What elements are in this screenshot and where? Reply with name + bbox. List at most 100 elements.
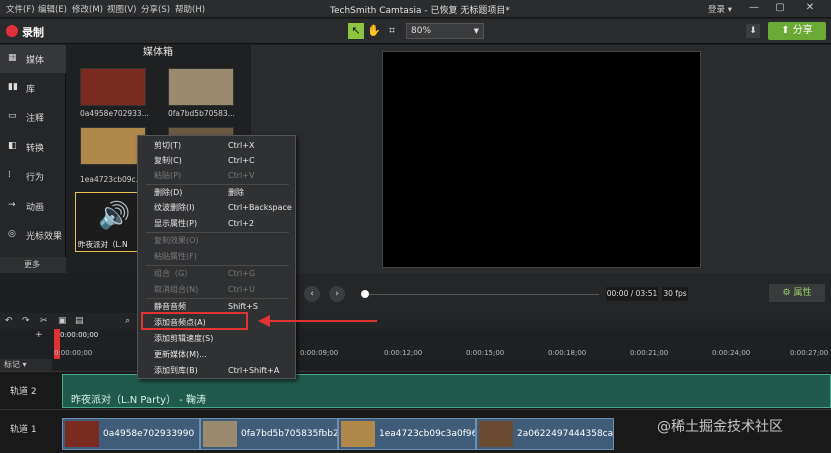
- menu-item-ripple-delete[interactable]: 纹波删除(I) Ctrl+Backspace: [138, 200, 297, 215]
- nav-item-media[interactable]: ▦ 媒体: [0, 45, 66, 73]
- record-icon[interactable]: [6, 25, 18, 37]
- menu-item-add-to-library[interactable]: 添加到库(B) Ctrl+Shift+A: [138, 363, 297, 378]
- menu-edit[interactable]: 编辑(E): [38, 3, 67, 15]
- undo-icon[interactable]: ↶: [5, 316, 13, 326]
- menu-item-label: 删除(D): [154, 188, 183, 197]
- download-icon[interactable]: ⬇: [746, 24, 760, 38]
- scrubber-handle[interactable]: [361, 290, 369, 298]
- main-toolbar: 录制 ↖ ✋ ⌗ 80% ▼ ⬇ ⬆ 分享: [0, 19, 831, 44]
- redo-icon[interactable]: ↷: [22, 316, 30, 326]
- nav-item-cursor-effects[interactable]: ◎ 光标效果: [0, 221, 66, 249]
- menu-item-label: 显示属性(P): [154, 219, 198, 228]
- menu-item-copy[interactable]: 复制(C) Ctrl+C: [138, 153, 297, 168]
- pan-tool-icon[interactable]: ✋: [366, 23, 382, 39]
- context-menu: 剪切(T) Ctrl+X 复制(C) Ctrl+C 粘贴(P) Ctrl+V 删除(D…: [137, 135, 296, 379]
- playhead-time: 0:00:00;00: [60, 331, 99, 339]
- menu-item-group[interactable]: 组合（G） Ctrl+G: [138, 266, 297, 281]
- menu-item-label: 粘贴属性(F): [154, 252, 197, 261]
- nav-item-annotations[interactable]: ▭ 注释: [0, 103, 66, 131]
- audio-clip-name: 昨夜派对（L.N Party） - 鞠涛: [71, 395, 207, 406]
- scrubber-track[interactable]: [369, 294, 599, 295]
- track-label: 轨道 2: [10, 387, 37, 397]
- menu-help[interactable]: 帮助(H): [175, 3, 205, 15]
- properties-button[interactable]: ⚙ 属性: [769, 284, 825, 302]
- menu-item-label: 取消组合(N): [154, 285, 199, 294]
- menu-share[interactable]: 分享(S): [141, 3, 170, 15]
- menu-modify[interactable]: 修改(M): [72, 3, 103, 15]
- zoom-icon[interactable]: ⌕: [125, 316, 130, 326]
- menu-item-label: 组合（G）: [154, 269, 193, 278]
- nav-item-animations[interactable]: → 动画: [0, 192, 66, 220]
- menu-item-label: 纹波删除(I): [154, 203, 195, 212]
- watermark: @稀土掘金技术社区: [657, 419, 783, 435]
- menu-view[interactable]: 视图(V): [107, 3, 136, 15]
- menu-item-delete[interactable]: 删除(D) 删除: [138, 185, 297, 200]
- previous-frame-button[interactable]: ‹: [304, 286, 320, 302]
- menu-file[interactable]: 文件(F): [6, 3, 35, 15]
- nav-label: 库: [26, 85, 36, 95]
- media-bin-title: 媒体箱: [143, 47, 173, 58]
- share-button[interactable]: ⬆ 分享: [768, 22, 826, 40]
- clip-name: 1ea4723cb09c3a0f96: [379, 429, 476, 439]
- menu-item-shortcut: Ctrl+Shift+A: [228, 366, 280, 375]
- menu-item-label: 粘贴(P): [154, 171, 182, 180]
- select-tool-icon[interactable]: ↖: [348, 23, 364, 39]
- canvas-area: [251, 45, 831, 273]
- paste-icon[interactable]: ▤: [75, 316, 84, 326]
- preview-canvas[interactable]: [382, 51, 701, 268]
- annotation-icon: ▭: [8, 111, 17, 121]
- ruler-tick: 0:00:12;00: [384, 349, 423, 357]
- transition-icon: ◧: [8, 141, 17, 151]
- menu-item-label: 剪切(T): [154, 141, 182, 150]
- video-clip[interactable]: 2a0622497444358ca7: [476, 418, 614, 450]
- record-button[interactable]: 录制: [22, 24, 44, 40]
- menu-item-cut[interactable]: 剪切(T) Ctrl+X: [138, 138, 297, 153]
- share-icon: ⬆: [781, 25, 790, 36]
- share-label: 分享: [792, 25, 813, 36]
- ruler-tick: 0:00:15;00: [466, 349, 505, 357]
- playback-bar: ‹ › 00:00 / 03:51 30 fps ⚙ 属性: [251, 273, 831, 313]
- video-clip[interactable]: 0fa7bd5b705835fbb2: [200, 418, 338, 450]
- nav-item-behaviors[interactable]: ⁞ 行为: [0, 162, 66, 190]
- nav-item-library[interactable]: ▮▮ 库: [0, 74, 66, 102]
- crop-tool-icon[interactable]: ⌗: [384, 23, 400, 39]
- menu-item-ungroup[interactable]: 取消组合(N) Ctrl+U: [138, 282, 297, 297]
- ruler-tick: 0:00:27;00: [790, 349, 829, 357]
- menu-item-show-properties[interactable]: 显示属性(P) Ctrl+2: [138, 216, 297, 231]
- close-icon[interactable]: ✕: [800, 2, 820, 13]
- clip-thumbnail: [341, 421, 375, 447]
- more-button[interactable]: 更多: [0, 257, 66, 273]
- menu-item-add-clip-speed[interactable]: 添加剪辑速度(S): [138, 331, 297, 346]
- clip-name: 2a0622497444358ca7: [517, 429, 614, 439]
- nav-item-transitions[interactable]: ◧ 转换: [0, 133, 66, 161]
- menu-item-label: 复制效果(O): [154, 236, 199, 245]
- video-clip[interactable]: 0a4958e702933990: [62, 418, 200, 450]
- zoom-value: 80%: [411, 26, 432, 36]
- timecode-display: 00:00 / 03:51: [606, 287, 658, 301]
- clip-thumbnail: [479, 421, 513, 447]
- copy-icon[interactable]: ▣: [58, 316, 67, 326]
- ruler-tick: 0:00:09;00: [300, 349, 339, 357]
- maximize-icon[interactable]: ▢: [770, 2, 790, 13]
- add-track-button[interactable]: +: [35, 330, 43, 340]
- ruler-tick: 0:00:21;00: [630, 349, 669, 357]
- marker-toggle[interactable]: 标记 ▾: [0, 359, 52, 371]
- timeline-ruler[interactable]: + 0:00:00;00 0:00:00;00 0:00:09;00 0:00:…: [0, 329, 831, 359]
- zoom-select[interactable]: 80% ▼: [406, 23, 484, 39]
- cut-icon[interactable]: ✂: [40, 316, 48, 326]
- window-title: TechSmith Camtasia - 已恢复 无标题项目*: [330, 6, 510, 16]
- menu-item-paste-properties[interactable]: 粘贴属性(F): [138, 249, 297, 264]
- menu-item-update-media[interactable]: 更新媒体(M)...: [138, 347, 297, 362]
- minimize-icon[interactable]: —: [744, 2, 764, 13]
- audio-clip[interactable]: 昨夜派对（L.N Party） - 鞠涛: [62, 374, 831, 408]
- nav-label: 光标效果: [26, 232, 63, 242]
- menu-item-paste[interactable]: 粘贴(P) Ctrl+V: [138, 168, 297, 183]
- video-clip[interactable]: 1ea4723cb09c3a0f96: [338, 418, 476, 450]
- track-2: 轨道 2 昨夜派对（L.N Party） - 鞠涛: [0, 371, 831, 409]
- login-menu[interactable]: 登录 ▾: [708, 3, 732, 15]
- media-thumb[interactable]: [168, 68, 234, 106]
- next-frame-button[interactable]: ›: [329, 286, 345, 302]
- menu-item-shortcut: 删除: [228, 188, 244, 197]
- media-thumb[interactable]: [80, 68, 146, 106]
- menu-item-copy-effects[interactable]: 复制效果(O): [138, 233, 297, 248]
